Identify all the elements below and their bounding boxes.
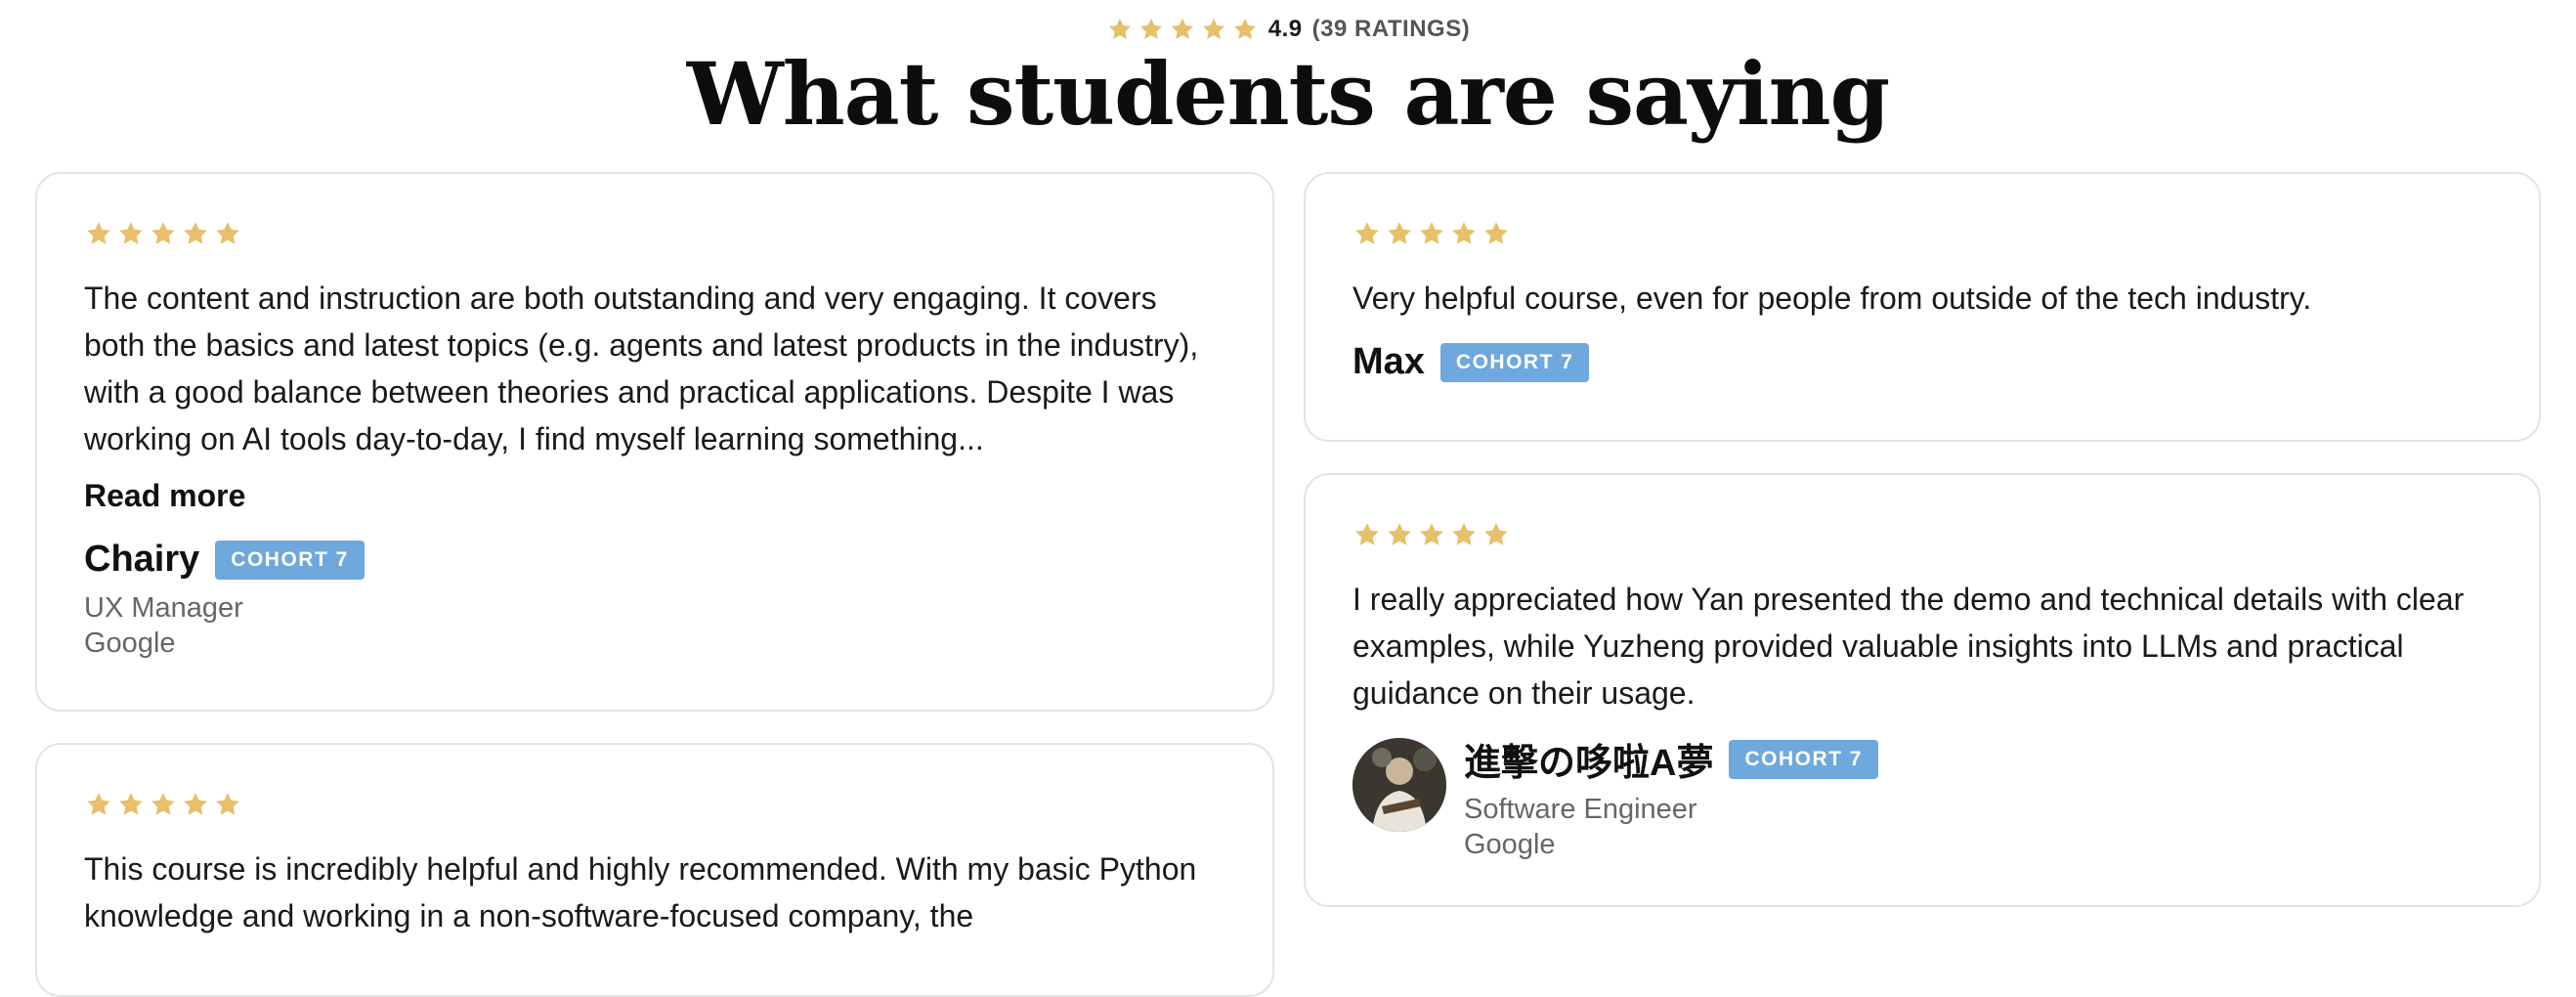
author-row: 進擊の哆啦A夢 COHORT 7: [1464, 732, 1878, 786]
author-name: Max: [1352, 341, 1425, 382]
review-card: The content and instruction are both out…: [35, 172, 1274, 712]
review-text: Very helpful course, even for people fro…: [1352, 281, 2312, 316]
author-role: UX Manager: [84, 592, 243, 624]
overall-rating: 4.9 (39 RATINGS): [0, 16, 2576, 43]
star-icon: [1169, 16, 1196, 43]
page-title: What students are saying: [686, 43, 1890, 145]
cohort-badge: COHORT 7: [1439, 342, 1590, 382]
star-icon: [116, 219, 146, 248]
star-icon: [213, 219, 242, 248]
star-icon: [1231, 16, 1259, 43]
star-icon: [1385, 520, 1414, 549]
review-text: The content and instruction are both out…: [84, 281, 1199, 456]
author-row: Chairy COHORT 7: [84, 539, 1225, 581]
review-text: This course is incredibly helpful and hi…: [84, 851, 1197, 933]
review-stars: [84, 219, 242, 248]
star-icon: [1352, 219, 1382, 248]
star-icon: [116, 790, 146, 819]
star-icon: [213, 790, 242, 819]
rating-count: (39 RATINGS): [1311, 16, 1471, 42]
star-icon: [1481, 219, 1511, 248]
review-stars: [1352, 219, 1511, 248]
author-row: Max COHORT 7: [1352, 341, 2492, 383]
star-icon: [1106, 16, 1134, 43]
star-icon: [1200, 16, 1227, 43]
review-text: I really appreciated how Yan presented t…: [1352, 582, 2465, 711]
author-company: Google: [84, 628, 176, 659]
author-info: 進擊の哆啦A夢 COHORT 7 Software Engineer Googl…: [1464, 738, 1878, 862]
review-stars: [84, 790, 242, 819]
author-block: 進擊の哆啦A夢 COHORT 7 Software Engineer Googl…: [1352, 738, 2492, 862]
star-icon: [181, 219, 210, 248]
review-card: This course is incredibly helpful and hi…: [35, 743, 1274, 997]
cohort-badge: COHORT 7: [215, 540, 365, 580]
star-icon: [149, 790, 178, 819]
review-card: I really appreciated how Yan presented t…: [1304, 473, 2541, 907]
author-name: 進擊の哆啦A夢: [1464, 743, 1714, 784]
star-icon: [1417, 219, 1446, 248]
overall-stars: [1106, 16, 1259, 43]
star-icon: [84, 219, 113, 248]
star-icon: [1417, 520, 1446, 549]
star-icon: [1138, 16, 1165, 43]
star-icon: [1449, 219, 1479, 248]
rating-value: 4.9: [1267, 16, 1303, 42]
star-icon: [1352, 520, 1382, 549]
user-avatar: [1352, 738, 1446, 832]
author-company: Google: [1464, 829, 1556, 860]
star-icon: [1481, 520, 1511, 549]
author-role: Software Engineer: [1464, 794, 1697, 825]
star-icon: [149, 219, 178, 248]
read-more-link[interactable]: Read more: [84, 472, 245, 519]
star-icon: [1385, 219, 1414, 248]
star-icon: [181, 790, 210, 819]
review-card: Very helpful course, even for people fro…: [1304, 172, 2541, 442]
author-name: Chairy: [84, 539, 200, 580]
cohort-badge: COHORT 7: [1729, 739, 1878, 779]
star-icon: [1449, 520, 1479, 549]
review-stars: [1352, 520, 1511, 549]
star-icon: [84, 790, 113, 819]
